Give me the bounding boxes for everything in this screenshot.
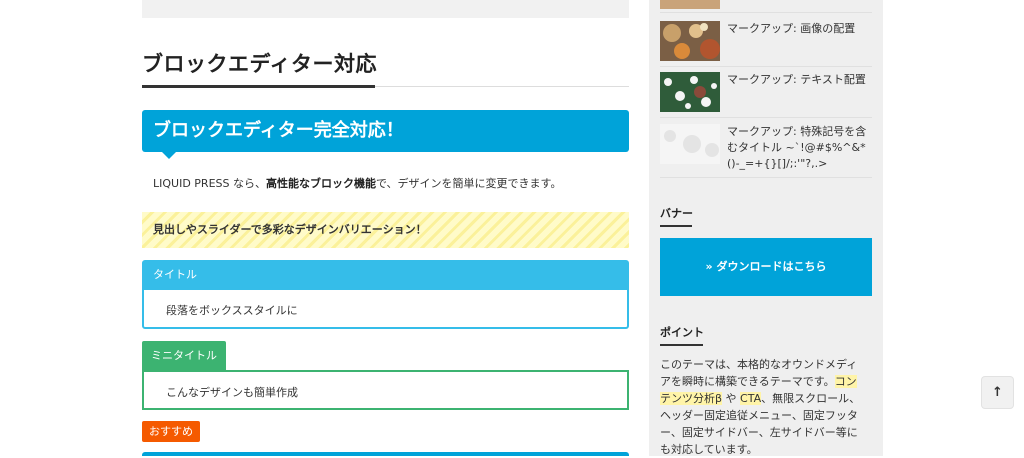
download-button[interactable]: » ダウンロードはこちら (660, 238, 872, 296)
post-thumbnail[interactable] (660, 72, 720, 112)
mini-title-tab: ミニタイトル (142, 341, 226, 370)
point-text: このテーマは、本格的なオウンドメディアを瞬時に構築できるテーマです。コンテンツ分… (660, 356, 866, 458)
intro-paragraph: LIQUID PRESS なら、高性能なブロック機能で、デザインを簡単に変更でき… (153, 175, 561, 191)
post-title[interactable]: マークアップ: 特殊記号を含むタイトル ~`!@#$%^&*()-_=+{}[]… (727, 124, 872, 172)
highlight-cta: CTA (740, 392, 762, 405)
point-text-part: や (722, 392, 741, 405)
top-strip (142, 0, 629, 18)
recommend-badge: おすすめ (142, 421, 200, 442)
post-separator (660, 66, 872, 67)
main-content: ブロックエディター対応 ブロックエディター完全対応！ LIQUID PRESS … (142, 0, 629, 456)
titled-box-body: 段落をボックススタイルに (166, 304, 298, 317)
intro-text-bold: 高性能なブロック機能 (265, 177, 376, 190)
section-title-underline (142, 85, 375, 88)
post-thumbnail[interactable] (660, 21, 720, 61)
next-block-edge (142, 452, 629, 456)
back-to-top-button[interactable]: ↑ (982, 377, 1013, 408)
point-heading: ポイント (660, 326, 704, 339)
block-heading: ブロックエディター完全対応！ (142, 110, 629, 152)
block-heading-tail (162, 152, 176, 159)
titled-box-title: タイトル (144, 262, 627, 290)
mini-title-box: こんなデザインも簡単作成 (142, 370, 629, 410)
intro-text-before: LIQUID PRESS なら、 (153, 177, 266, 190)
point-heading-underline (660, 344, 703, 346)
striped-callout: 見出しやスライダーで多彩なデザインバリエーション！ (142, 212, 629, 248)
post-thumbnail-partial[interactable] (660, 0, 720, 9)
sidebar: マークアップ: 画像の配置 マークアップ: テキスト配置 マークアップ: 特殊記… (649, 0, 883, 456)
post-title[interactable]: マークアップ: テキスト配置 (727, 72, 872, 88)
post-thumbnail-placeholder[interactable] (660, 124, 720, 164)
post-separator (660, 117, 872, 118)
banner-heading: バナー (660, 207, 693, 220)
post-title[interactable]: マークアップ: 画像の配置 (727, 21, 872, 37)
post-separator (660, 12, 872, 13)
post-separator (660, 177, 872, 178)
titled-box: タイトル 段落をボックススタイルに (142, 260, 629, 329)
point-text-part: このテーマは、本格的なオウンドメディアを瞬時に構築できるテーマです。 (660, 358, 858, 388)
arrow-up-icon: ↑ (992, 385, 1003, 400)
section-title: ブロックエディター対応 (142, 52, 378, 76)
intro-text-after: で、デザインを簡単に変更できます。 (375, 177, 562, 190)
mini-title-box-body: こんなデザインも簡単作成 (166, 386, 298, 399)
banner-heading-underline (660, 225, 692, 227)
